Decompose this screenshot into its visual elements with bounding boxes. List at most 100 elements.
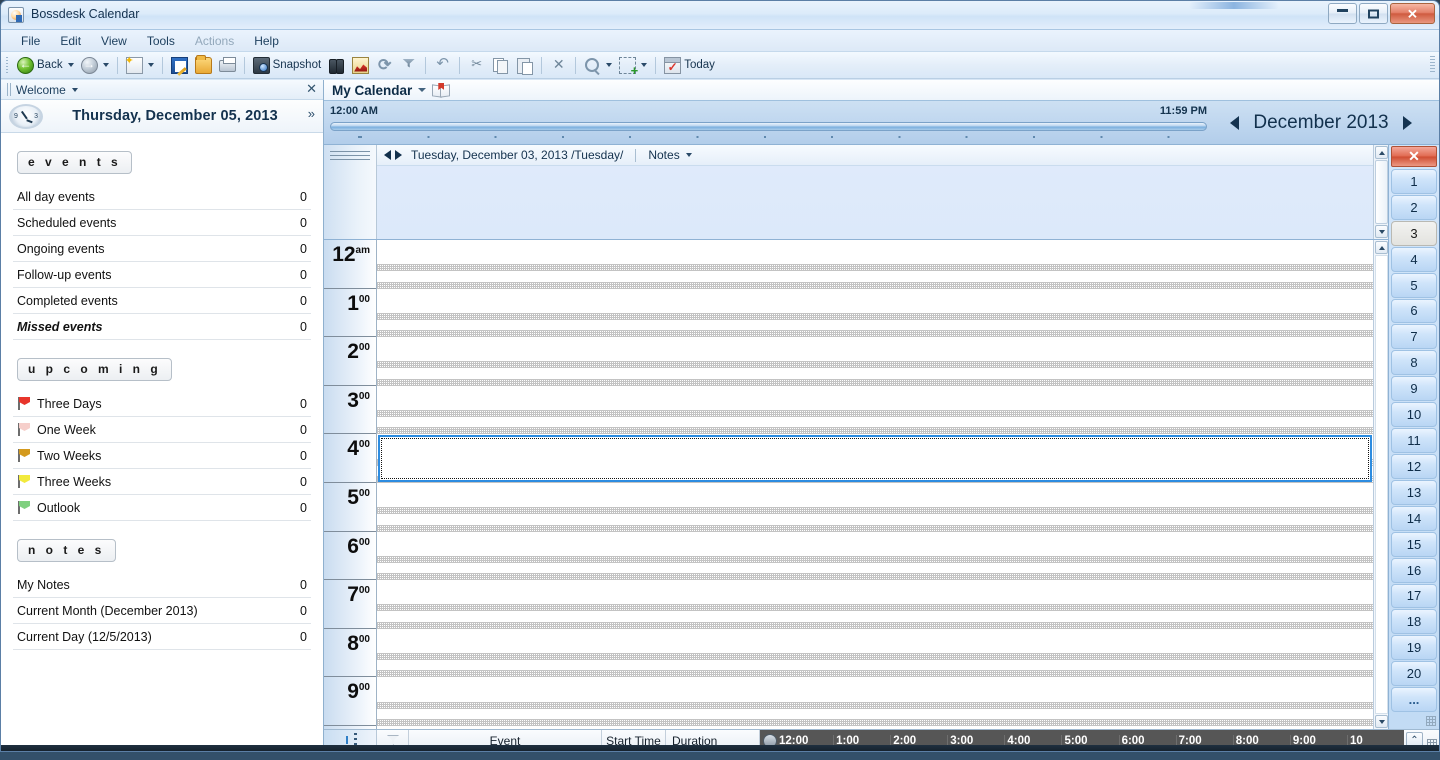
time-slot[interactable] <box>377 580 1373 629</box>
open-button[interactable] <box>192 54 215 76</box>
list-item[interactable]: Current Day (12/5/2013) 0 <box>13 624 311 650</box>
undo-button[interactable] <box>431 54 454 76</box>
day-strip-item[interactable]: 1 <box>1391 169 1437 194</box>
day-strip-item[interactable]: 19 <box>1391 635 1437 661</box>
toolbar-overflow-grip[interactable] <box>1430 56 1435 74</box>
menu-item-help[interactable]: Help <box>244 32 289 50</box>
day-strip-item[interactable]: 18 <box>1391 609 1437 635</box>
next-day-icon[interactable] <box>395 150 402 160</box>
all-day-content[interactable]: Tuesday, December 03, 2013 /Tuesday/ Not… <box>377 145 1373 239</box>
today-button[interactable]: Today <box>661 54 718 76</box>
time-slot[interactable] <box>377 240 1373 289</box>
day-strip-item[interactable]: 13 <box>1391 479 1437 505</box>
list-item[interactable]: Three Weeks 0 <box>13 469 311 495</box>
forward-button[interactable] <box>78 54 112 76</box>
toolbar-grip[interactable] <box>5 56 10 74</box>
all-day-events-area[interactable] <box>377 166 1373 239</box>
day-strip-item[interactable]: 11 <box>1391 428 1437 453</box>
day-strip-item[interactable]: 7 <box>1391 324 1437 350</box>
delete-button[interactable] <box>547 54 570 76</box>
list-item[interactable]: Outlook 0 <box>13 495 311 521</box>
day-strip-item-selected[interactable]: 3 <box>1391 220 1437 246</box>
time-slot[interactable] <box>377 677 1373 726</box>
time-range-scrubber[interactable]: 12:00 AM 11:59 PM December 2013 <box>324 101 1439 145</box>
list-item[interactable]: One Week 0 <box>13 417 311 443</box>
print-button[interactable] <box>216 54 239 76</box>
time-slot[interactable] <box>377 386 1373 435</box>
scroll-down-icon[interactable] <box>1374 225 1388 238</box>
calendar-vertical-scrollbar[interactable] <box>1373 240 1388 729</box>
new-item-button[interactable] <box>123 54 157 76</box>
day-strip-close-button[interactable]: ✕ <box>1391 146 1437 167</box>
minimize-button[interactable] <box>1328 3 1357 24</box>
list-item[interactable]: Scheduled events 0 <box>13 210 311 236</box>
scroll-down-icon[interactable] <box>1374 715 1388 728</box>
day-strip-item[interactable]: 16 <box>1391 557 1437 583</box>
open-book-icon[interactable] <box>432 83 450 96</box>
day-strip-item[interactable]: 17 <box>1391 583 1437 609</box>
menu-item-edit[interactable]: Edit <box>50 32 91 50</box>
day-strip-item[interactable]: 5 <box>1391 272 1437 298</box>
day-strip-item[interactable]: 9 <box>1391 376 1437 402</box>
list-item[interactable]: My Notes 0 <box>13 572 311 598</box>
time-slot[interactable] <box>377 289 1373 338</box>
day-strip-item[interactable]: 8 <box>1391 350 1437 376</box>
cut-button[interactable] <box>465 54 488 76</box>
time-slot-column[interactable] <box>377 240 1373 729</box>
select-button[interactable] <box>616 54 650 78</box>
day-strip-item[interactable]: 2 <box>1391 194 1437 220</box>
prev-month-icon[interactable] <box>1230 116 1240 130</box>
list-item[interactable]: Missed events 0 <box>13 314 311 340</box>
time-slot[interactable] <box>377 337 1373 386</box>
day-strip-item[interactable]: 14 <box>1391 505 1437 531</box>
list-item[interactable]: All day events 0 <box>13 184 311 210</box>
chevron-down-icon[interactable] <box>71 87 78 92</box>
list-item[interactable]: Two Weeks 0 <box>13 443 311 469</box>
menu-item-file[interactable]: File <box>11 32 50 50</box>
day-strip-item[interactable]: 20 <box>1391 661 1437 687</box>
next-month-icon[interactable] <box>1402 116 1412 130</box>
menu-item-tools[interactable]: Tools <box>137 32 185 50</box>
day-strip-overflow[interactable]: ... <box>1391 687 1437 713</box>
time-slot[interactable] <box>377 726 1373 729</box>
resize-grip-icon[interactable] <box>1426 716 1436 726</box>
chart-button[interactable] <box>349 54 372 76</box>
back-button[interactable]: Back <box>14 54 77 76</box>
paste-button[interactable] <box>513 54 536 76</box>
time-slot-selected[interactable] <box>377 434 1373 483</box>
zoom-button[interactable] <box>581 54 615 76</box>
time-slot[interactable] <box>377 483 1373 532</box>
scrollbar-track[interactable] <box>1374 255 1388 714</box>
prev-day-icon[interactable] <box>384 150 391 160</box>
day-strip-item[interactable]: 4 <box>1391 246 1437 272</box>
day-strip-item[interactable]: 15 <box>1391 531 1437 557</box>
list-item[interactable]: Follow-up events 0 <box>13 262 311 288</box>
time-slot[interactable] <box>377 532 1373 581</box>
day-strip-item[interactable]: 10 <box>1391 402 1437 428</box>
maximize-button[interactable] <box>1359 3 1388 24</box>
all-day-scrollbar[interactable] <box>1373 145 1388 239</box>
chevron-down-icon[interactable] <box>685 153 692 157</box>
scroll-up-icon[interactable] <box>1374 146 1388 159</box>
day-strip-item[interactable]: 12 <box>1391 453 1437 479</box>
scroll-up-icon[interactable] <box>1374 241 1388 254</box>
filter-button[interactable] <box>397 54 420 76</box>
scrollbar-thumb[interactable] <box>1374 160 1388 224</box>
find-button[interactable] <box>325 54 348 76</box>
list-item[interactable]: Completed events 0 <box>13 288 311 314</box>
day-strip-item[interactable]: 6 <box>1391 298 1437 324</box>
snapshot-button[interactable]: Snapshot <box>250 54 325 76</box>
list-item[interactable]: Ongoing events 0 <box>13 236 311 262</box>
list-item[interactable]: Current Month (December 2013) 0 <box>13 598 311 624</box>
menu-item-view[interactable]: View <box>91 32 137 50</box>
edit-button[interactable] <box>168 54 191 76</box>
close-button[interactable]: ✕ <box>1390 3 1435 24</box>
chevron-down-icon[interactable] <box>418 88 427 92</box>
refresh-button[interactable] <box>373 54 396 76</box>
scrubber-track[interactable] <box>330 122 1207 131</box>
nav-collapse-icon[interactable]: » <box>308 107 315 120</box>
copy-button[interactable] <box>489 54 512 76</box>
nav-pane-close-icon[interactable]: ✕ <box>306 82 317 96</box>
time-slot[interactable] <box>377 629 1373 678</box>
notes-dropdown-label[interactable]: Notes <box>648 148 679 162</box>
